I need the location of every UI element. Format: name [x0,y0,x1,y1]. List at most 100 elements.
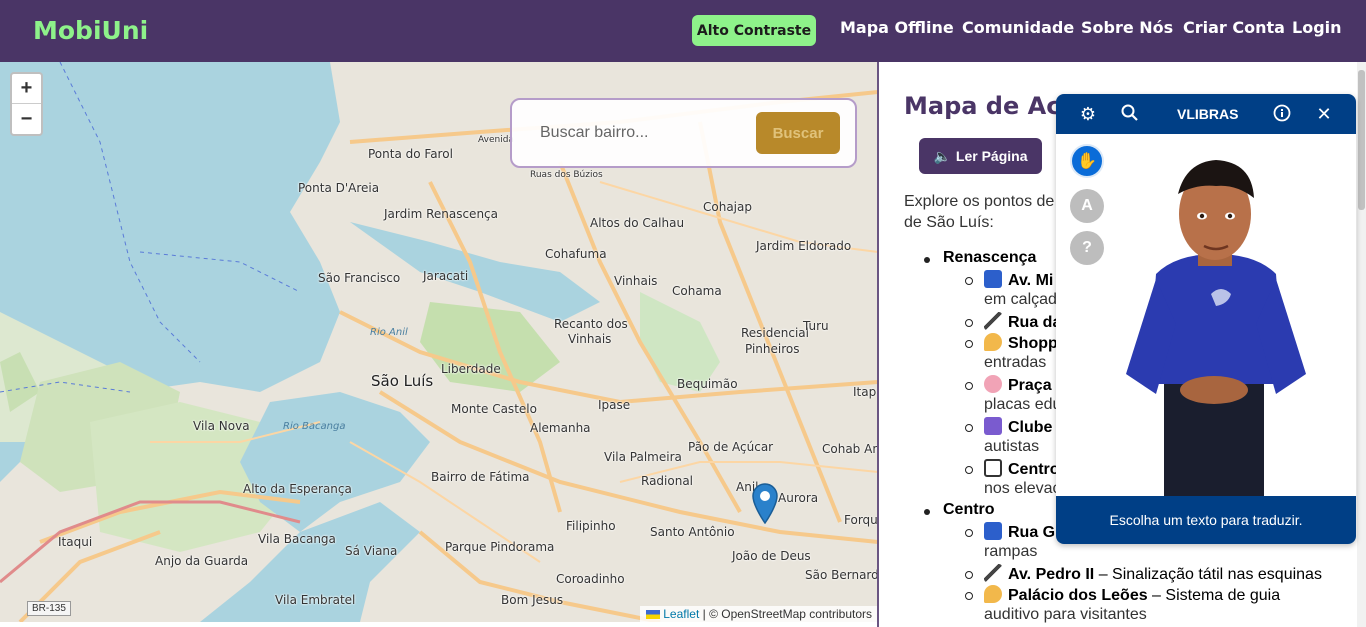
map-label-sao-bernardo: São Bernardo [805,568,878,582]
map-label-altos-do-calhau: Altos do Calhau [590,216,685,230]
map-label-vinhais: Vinhais [614,274,658,288]
map-label-ponta-dareia: Ponta D'Areia [298,181,380,195]
search-icon[interactable] [1120,104,1140,124]
zoom-control: + − [10,72,43,136]
ear-icon [984,333,1002,351]
map-label-residencial: Residencial [741,326,809,340]
neighborhood-search: Buscar bairro... Buscar [510,98,857,168]
map-label-sa-viana: Sá Viana [345,544,398,558]
map-label-rio-anil: Rio Anil [370,327,408,338]
map-label-rio-bacanga: Rio Bacanga [283,421,346,432]
hand-icon[interactable]: ✋ [1070,144,1104,178]
map-label-anjo-da-guarda: Anjo da Guarda [155,554,249,568]
read-page-label: Ler Página [955,148,1028,164]
map-label-liberdade: Liberdade [441,362,501,376]
scroll-thumb[interactable] [1358,70,1365,210]
brain-icon [984,375,1002,393]
map-label-filipinho: Filipinho [566,519,616,533]
speech-bubble-icon [984,459,1002,477]
vlibras-header: ⚙ VLIBRAS ✕ [1056,94,1356,134]
map-label-cohajap: Cohajap [703,200,752,214]
page-scrollbar[interactable] [1357,62,1366,627]
map-label-aurora: Aurora [778,491,819,505]
map-label-sao-francisco: São Francisco [318,271,401,285]
info-icon[interactable] [1272,104,1292,124]
map-label-itaqui: Itaqui [58,535,93,549]
search-input[interactable]: Buscar bairro... [540,124,648,142]
map-label-santo-antonio: Santo Antônio [650,525,735,539]
vlibras-footer: Escolha um texto para traduzir. [1056,496,1356,544]
ear-icon [984,585,1002,603]
logo[interactable]: MobiUni [33,16,148,45]
list-item-continuation: placas edu [984,396,1062,413]
map-label-jardim-renascenca: Jardim Renascença [384,207,498,221]
list-item-continuation: rampas [984,543,1038,560]
map-label-forquilha: Forqu [844,513,878,527]
map-label-vila-embratel: Vila Embratel [275,593,356,607]
help-icon[interactable]: ? [1070,231,1104,265]
map-label-vila-bacanga: Vila Bacanga [258,532,336,546]
flag-icon [646,610,661,619]
map-label-cohafuma: Cohafuma [545,247,607,261]
list-item: Rua da [964,312,1061,332]
map-label-rua-dos-buzios: Ruas dos Búzios [530,170,603,180]
map-label-ipase: Ipase [598,398,631,412]
gear-icon[interactable]: ⚙ [1078,104,1098,124]
cane-icon [984,564,1002,582]
list-item-continuation: auditivo para visitantes [984,606,1147,623]
nav-login[interactable]: Login [1292,18,1342,37]
list-item-continuation: em calçada [984,291,1066,308]
route-sign: BR-135 [27,601,71,616]
close-icon[interactable]: ✕ [1314,104,1334,124]
nav-create-account[interactable]: Criar Conta [1183,18,1285,37]
zoom-in-button[interactable]: + [12,74,41,104]
nav-about[interactable]: Sobre Nós [1081,18,1173,37]
list-item: Av. Mi [964,270,1053,290]
map-label-jardim-eldorado: Jardim Eldorado [756,239,852,253]
vlibras-widget: ⚙ VLIBRAS ✕ ✋ A ? Escolha um texto para … [1056,94,1356,544]
map-label-alemanha: Alemanha [530,421,591,435]
map-label-jaracati: Jaracati [423,269,469,283]
wheelchair-icon [984,522,1002,540]
map-label-pinheiros: Pinheiros [745,342,800,356]
list-item-continuation: entradas [984,354,1047,371]
nav-community[interactable]: Comunidade [962,18,1074,37]
vlibras-title: VLIBRAS [1177,106,1239,122]
zoom-out-button[interactable]: − [12,104,41,134]
leaflet-link[interactable]: Leaflet [663,607,699,621]
list-item: Shoppi [964,333,1062,353]
map-label-cohama: Cohama [672,284,722,298]
map-label-bairro-de-fatima: Bairro de Fátima [431,470,530,484]
map-label-ponta-do-farol: Ponta do Farol [368,147,453,161]
map-label-bom-jesus: Bom Jesus [501,593,564,607]
map-view[interactable]: Ponta do Farol Ponta D'Areia Jardim Rena… [0,62,878,622]
location-marker-icon[interactable] [752,482,778,529]
read-page-button[interactable]: 🔈 Ler Página [919,138,1042,174]
map-label-vila-palmeira: Vila Palmeira [604,450,682,464]
search-button[interactable]: Buscar [756,112,840,154]
map-label-joao-de-deus: João de Deus [732,549,811,563]
wheelchair-icon [984,270,1002,288]
map-attribution: Leaflet | © OpenStreetMap contributors [640,606,878,622]
list-item: Rua G [964,522,1055,542]
section-centro: Centro [924,501,995,518]
map-label-parque-pindorama: Parque Pindorama [445,540,555,554]
map-label-vila-nova: Vila Nova [193,419,250,433]
list-item-continuation: autistas [984,438,1040,455]
translate-icon[interactable]: A [1070,189,1104,223]
map-label-radional: Radional [641,474,694,488]
map-label-itap: Itap [853,385,877,399]
list-item: Praça [965,375,1052,395]
map-label-recanto-dos: Recanto dos [554,317,628,331]
top-navbar: MobiUni Alto Contraste Mapa Offline Comu… [0,0,1366,62]
intro-line-2: de São Luís: [904,214,994,231]
list-item: Clube [964,417,1052,437]
infinity-icon [984,417,1002,435]
high-contrast-button[interactable]: Alto Contraste [692,15,816,46]
nav-offline-map[interactable]: Mapa Offline [840,18,954,37]
section-renascenca: Renascença [923,249,1037,266]
attribution-text: | © OpenStreetMap contributors [702,607,872,621]
cane-icon [984,312,1002,330]
list-item: Palácio dos Leões – Sistema de guia [964,585,1280,605]
map-label-alto-da-esperanca: Alto da Esperança [243,482,352,496]
